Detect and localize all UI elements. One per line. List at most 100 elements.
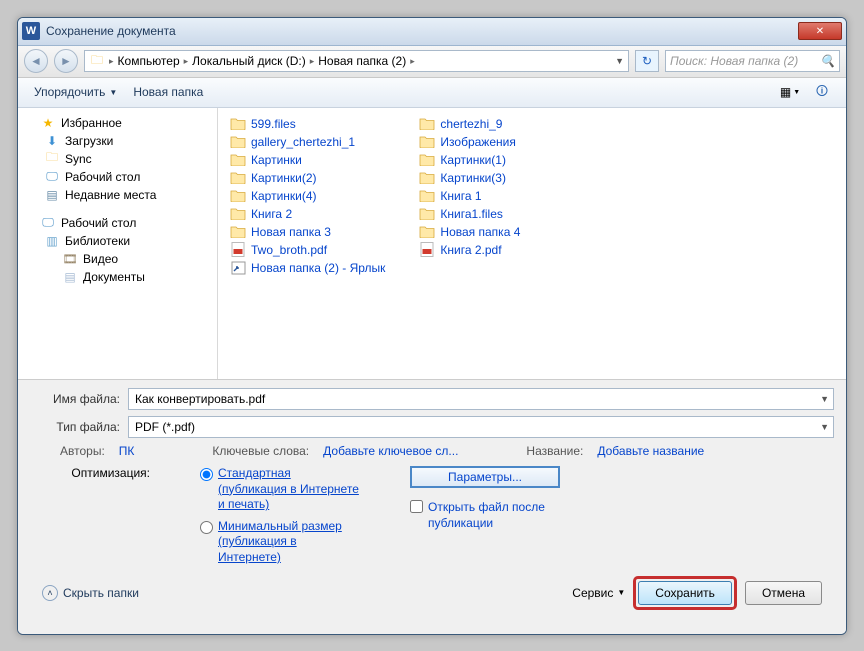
filename-input[interactable]: Как конвертировать.pdf▼ (128, 388, 834, 410)
file-item[interactable]: Новая папка (2) - Ярлык (228, 260, 387, 276)
file-item[interactable]: chertezhi_9 (417, 116, 522, 132)
sidebar-desktop-root[interactable]: 🖵 Рабочий стол (22, 214, 213, 232)
view-button[interactable]: ▦▼ (774, 81, 806, 103)
radio-input[interactable] (200, 468, 213, 481)
pdf-icon (230, 243, 246, 257)
chevron-down-icon: ▼ (617, 588, 625, 597)
folder-icon (230, 135, 246, 149)
checkbox-input[interactable] (410, 500, 423, 513)
sidebar-item-downloads[interactable]: ⬇Загрузки (22, 132, 213, 150)
chevron-down-icon[interactable]: ▼ (820, 394, 829, 404)
view-icon: ▦ (780, 85, 791, 99)
close-button[interactable]: ✕ (798, 22, 842, 40)
file-list: 599.files gallery_chertezhi_1 Картинки Карт… (218, 108, 846, 379)
sidebar-item-sync[interactable]: 🗀Sync (22, 150, 213, 168)
parameters-button[interactable]: Параметры... (410, 466, 560, 488)
sidebar-item-documents[interactable]: ▤Документы (22, 268, 213, 286)
file-name: Картинки(2) (251, 171, 317, 185)
folder-icon (419, 135, 435, 149)
search-input[interactable]: Поиск: Новая папка (2) 🔍 (665, 50, 840, 72)
sidebar-favorites[interactable]: ★ Избранное (22, 114, 213, 132)
organize-button[interactable]: Упорядочить▼ (26, 82, 125, 102)
breadcrumb-segment[interactable]: Компьютер (118, 54, 180, 68)
folder-icon (230, 225, 246, 239)
file-name: Картинки(4) (251, 189, 317, 203)
chevron-down-icon: ▼ (109, 88, 117, 97)
back-button[interactable]: ◄ (24, 49, 48, 73)
title-value[interactable]: Добавьте название (597, 444, 704, 458)
help-icon: 🛈 (816, 82, 828, 103)
help-button[interactable]: 🛈 (806, 81, 838, 103)
refresh-button[interactable]: ↻ (635, 50, 659, 72)
sidebar-item-libraries[interactable]: ▥Библиотеки (22, 232, 213, 250)
file-item[interactable]: Картинки(4) (228, 188, 387, 204)
chevron-right-icon: ▸ (184, 56, 189, 67)
star-icon: ★ (40, 116, 56, 130)
service-button[interactable]: Сервис▼ (572, 586, 625, 600)
file-item[interactable]: Картинки(3) (417, 170, 522, 186)
chevron-down-icon[interactable]: ▼ (615, 56, 624, 66)
sidebar-item-recent[interactable]: ▤Недавние места (22, 186, 213, 204)
folder-icon (230, 153, 246, 167)
video-icon: 🎞 (62, 252, 78, 266)
keywords-label: Ключевые слова: (212, 444, 309, 458)
chevron-right-icon: ▸ (410, 56, 415, 67)
file-item[interactable]: Картинки(1) (417, 152, 522, 168)
file-name: Новая папка 3 (251, 225, 331, 239)
file-item[interactable]: Новая папка 3 (228, 224, 387, 240)
filetype-select[interactable]: PDF (*.pdf)▼ (128, 416, 834, 438)
folder-icon (230, 171, 246, 185)
shortcut-icon (230, 261, 246, 275)
file-item[interactable]: Изображения (417, 134, 522, 150)
nav-bar: ◄ ► 🗀 ▸ Компьютер ▸ Локальный диск (D:) … (18, 46, 846, 78)
file-name: Книга1.files (440, 207, 502, 221)
libraries-icon: ▥ (44, 234, 60, 248)
file-item[interactable]: Книга 2 (228, 206, 387, 222)
keywords-value[interactable]: Добавьте ключевое сл... (323, 444, 458, 458)
breadcrumb-segment[interactable]: Новая папка (2) (318, 54, 406, 68)
file-item[interactable]: Картинки (228, 152, 387, 168)
toolbar: Упорядочить▼ Новая папка ▦▼ 🛈 (18, 78, 846, 108)
save-highlight: Сохранить (633, 576, 737, 610)
folder-icon (419, 189, 435, 203)
downloads-icon: ⬇ (44, 134, 60, 148)
chevron-down-icon[interactable]: ▼ (820, 422, 829, 432)
folder-icon (419, 153, 435, 167)
form-area: Имя файла: Как конвертировать.pdf▼ Тип ф… (18, 379, 846, 634)
radio-input[interactable] (200, 521, 213, 534)
file-item[interactable]: Книга1.files (417, 206, 522, 222)
file-name: chertezhi_9 (440, 117, 502, 131)
forward-button[interactable]: ► (54, 49, 78, 73)
sidebar-item-desktop[interactable]: 🖵Рабочий стол (22, 168, 213, 186)
file-item[interactable]: Книга 1 (417, 188, 522, 204)
authors-label: Авторы: (60, 444, 105, 458)
hide-folders-button[interactable]: ˄ Скрыть папки (42, 585, 139, 601)
file-item[interactable]: 599.files (228, 116, 387, 132)
word-icon: W (22, 22, 40, 40)
authors-value[interactable]: ПК (119, 444, 135, 458)
folder-icon (419, 117, 435, 131)
file-name: Картинки(3) (440, 171, 506, 185)
file-item[interactable]: Картинки(2) (228, 170, 387, 186)
folder-icon (419, 225, 435, 239)
sidebar-item-video[interactable]: 🎞Видео (22, 250, 213, 268)
file-item[interactable]: Two_broth.pdf (228, 242, 387, 258)
breadcrumb-segment[interactable]: Локальный диск (D:) (192, 54, 306, 68)
titlebar: W Сохранение документа ✕ (18, 18, 846, 46)
breadcrumb[interactable]: 🗀 ▸ Компьютер ▸ Локальный диск (D:) ▸ Но… (84, 50, 629, 72)
save-button[interactable]: Сохранить (638, 581, 732, 605)
file-item[interactable]: Новая папка 4 (417, 224, 522, 240)
recent-icon: ▤ (44, 188, 60, 202)
new-folder-button[interactable]: Новая папка (125, 82, 211, 102)
cancel-button[interactable]: Отмена (745, 581, 822, 605)
file-item[interactable]: gallery_chertezhi_1 (228, 134, 387, 150)
document-icon: ▤ (62, 270, 78, 284)
body: ★ Избранное ⬇Загрузки 🗀Sync 🖵Рабочий сто… (18, 108, 846, 379)
optimize-minimum-radio[interactable]: Минимальный размер (публикация в Интерне… (200, 519, 360, 566)
file-item[interactable]: Книга 2.pdf (417, 242, 522, 258)
folder-icon (419, 171, 435, 185)
open-after-checkbox[interactable]: Открыть файл после публикации (410, 500, 570, 531)
optimize-standard-radio[interactable]: Стандартная (публикация в Интернете и пе… (200, 466, 360, 513)
window-title: Сохранение документа (46, 24, 798, 38)
filename-label: Имя файла: (30, 392, 120, 406)
